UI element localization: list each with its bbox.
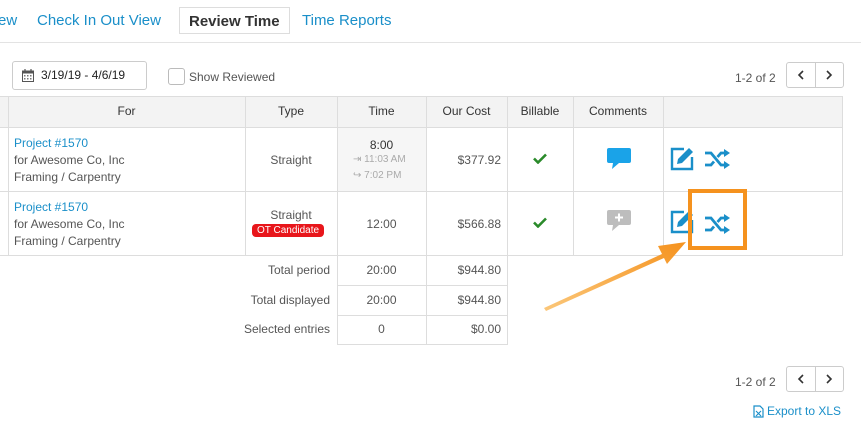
pager-count-top: 1-2 of 2 [735,71,776,85]
selected-entries-label: Selected entries [243,322,330,336]
edit-icon[interactable] [670,147,694,171]
total-displayed-cost: $944.80 [457,293,501,307]
view-tabs: ew Check In Out View Review Time Time Re… [0,0,861,43]
pager-top [786,62,844,88]
export-xls-link[interactable]: Export to XLS [753,404,841,418]
tab-check-in-out-view[interactable]: Check In Out View [37,7,161,34]
ot-candidate-badge: OT Candidate [252,224,325,237]
total-period-label: Total period [267,263,330,277]
next-page-button[interactable] [814,367,843,391]
total-displayed-time: 20:00 [366,293,397,307]
pager-count-bottom: 1-2 of 2 [735,375,776,389]
prev-page-button[interactable] [787,63,815,87]
comment-icon[interactable] [606,147,632,170]
entry-time: 12:00 [366,217,397,231]
next-page-button[interactable] [814,63,843,87]
arrow-in-icon: ⇥ [353,154,365,165]
show-reviewed-label: Show Reviewed [189,70,276,84]
tab-time-reports[interactable]: Time Reports [302,7,391,34]
entry-time: 8:00 [369,138,394,152]
project-link[interactable]: Project #1570 [14,136,244,150]
billable-check-icon [533,153,547,164]
header-billable[interactable]: Billable [507,96,573,127]
header-our-cost[interactable]: Our Cost [426,96,507,127]
client-name: for Awesome Co, Inc [14,153,125,167]
header-comments[interactable]: Comments [573,96,663,127]
tab-list-view[interactable]: ew [0,7,17,34]
header-time[interactable]: Time [337,96,426,127]
prev-page-button[interactable] [787,367,815,391]
total-period-cost: $944.80 [457,263,501,277]
entry-type: Straight [270,153,312,167]
header-type[interactable]: Type [245,96,337,127]
client-name: for Awesome Co, Inc [14,217,125,231]
total-period-time: 20:00 [366,263,397,277]
selected-entries-time: 0 [378,322,385,336]
entry-cost: $566.88 [457,217,501,231]
chevron-left-icon [797,374,804,384]
selected-entries-cost: $0.00 [470,322,501,336]
task-name: Framing / Carpentry [14,170,121,184]
file-excel-icon [753,404,764,418]
table-row: Project #1570 for Awesome Co, Inc Framin… [14,136,244,184]
shuffle-icon[interactable] [704,149,731,169]
calendar-icon [22,69,34,82]
chevron-right-icon [826,70,833,80]
header-for[interactable]: For [8,96,245,127]
time-in: ⇥ 11:03 AM [353,154,406,165]
export-xls-label: Export to XLS [767,404,842,418]
billable-check-icon [533,217,547,228]
entry-type: Straight [270,208,312,222]
total-displayed-label: Total displayed [250,293,330,307]
annotation-arrow [544,242,686,311]
date-range-picker[interactable]: 3/19/19 - 4/6/19 [12,61,147,90]
show-reviewed-checkbox[interactable] [168,68,185,85]
table-row: Project #1570 for Awesome Co, Inc Framin… [14,200,244,248]
chevron-right-icon [826,374,833,384]
arrow-out-icon: ↪ [353,170,365,181]
date-range-value: 3/19/19 - 4/6/19 [41,68,126,82]
task-name: Framing / Carpentry [14,234,121,248]
time-out: ↪ 7:02 PM [353,170,402,181]
pager-bottom [786,366,844,392]
entry-cost: $377.92 [457,153,501,167]
tab-review-time[interactable]: Review Time [179,7,290,34]
highlight-box [688,189,747,250]
add-comment-icon[interactable] [606,209,632,232]
project-link[interactable]: Project #1570 [14,200,244,214]
chevron-left-icon [797,70,804,80]
